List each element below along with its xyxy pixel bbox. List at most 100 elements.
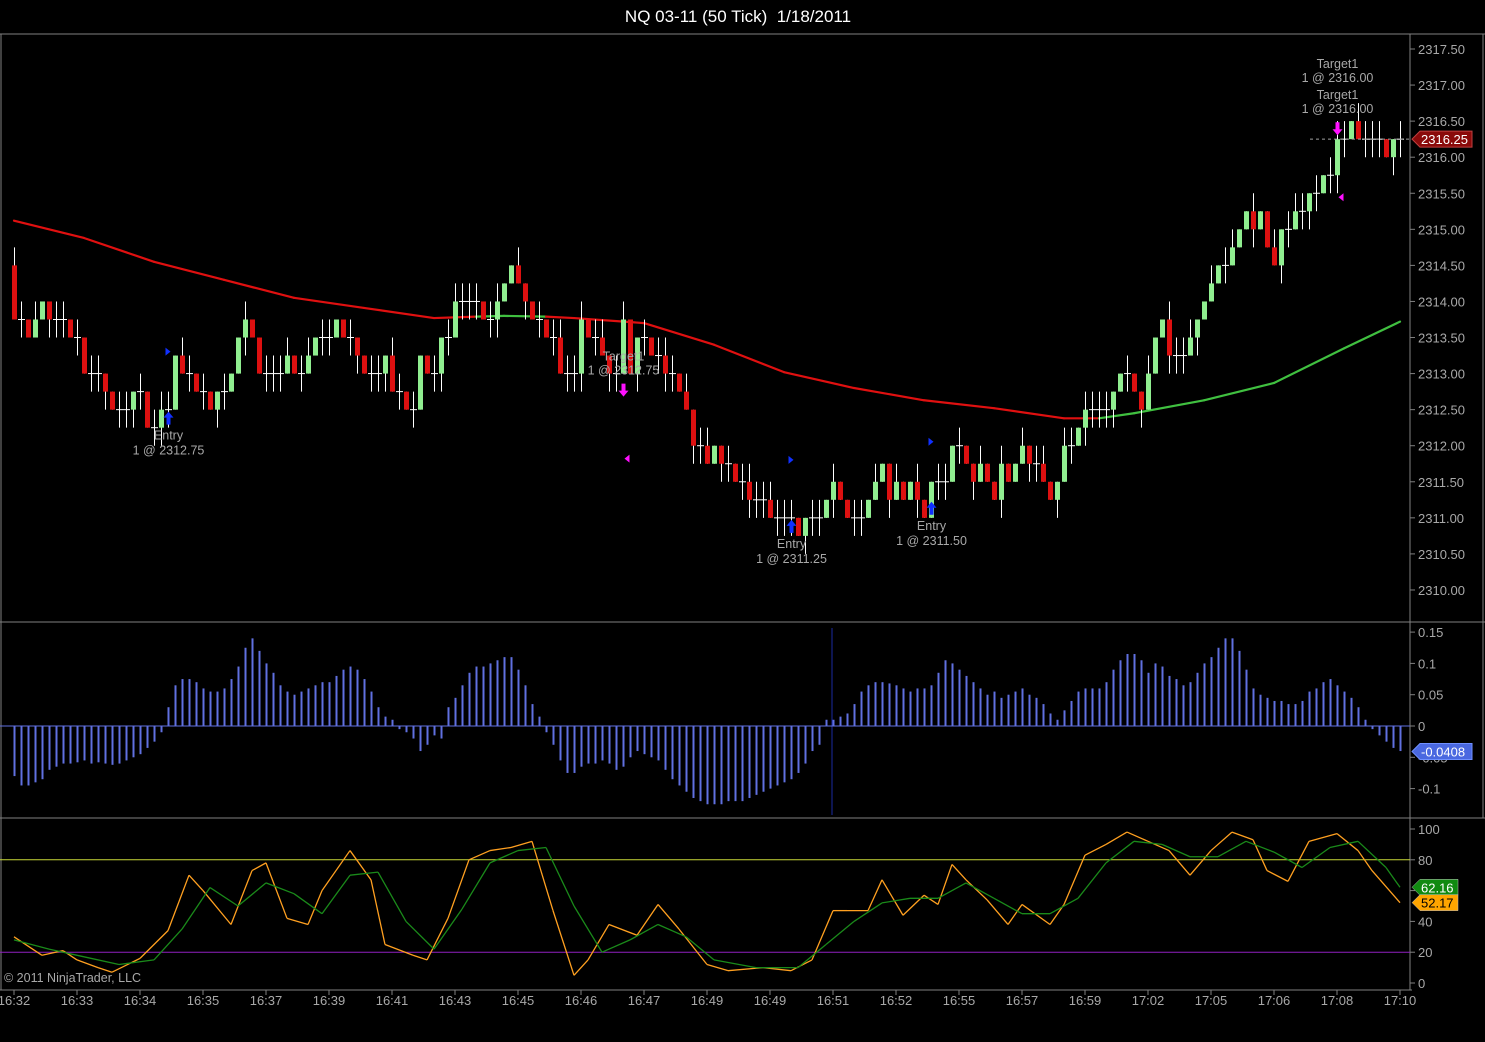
- moving-average-segment: [572, 316, 646, 325]
- candle-down-body: [516, 265, 521, 284]
- stoch-tick-label: 100: [1418, 822, 1440, 837]
- stoch-k-segment: [1084, 843, 1107, 856]
- candle: [858, 499, 865, 536]
- target-fill-marker-icon: [624, 454, 630, 463]
- price-tick-label: 2312.00: [1418, 439, 1465, 454]
- candle: [1285, 211, 1292, 248]
- candle-up-body: [306, 355, 311, 374]
- candle-down-body: [586, 319, 591, 338]
- candle-down-body: [194, 373, 199, 392]
- histogram-tick-label: 0: [1418, 719, 1425, 734]
- candle-up-body: [824, 499, 829, 518]
- candle: [985, 463, 990, 482]
- time-tick-label: 17:05: [1195, 993, 1228, 1008]
- candle: [68, 319, 73, 338]
- candle-down-body: [12, 265, 17, 320]
- candle-up-body: [334, 319, 339, 338]
- stoch-d-segment: [349, 871, 379, 876]
- candle-up-body: [873, 481, 878, 500]
- candle: [221, 373, 228, 410]
- candle-up-body: [1160, 319, 1165, 338]
- time-tick-label: 17:08: [1321, 993, 1354, 1008]
- histogram-tick-label: 0.05: [1418, 688, 1443, 703]
- candle: [88, 355, 95, 392]
- candle-up-body: [1244, 211, 1249, 230]
- candle: [473, 283, 480, 320]
- stoch-k-segment: [286, 917, 309, 926]
- axes: 2317.50 2317.00 2316.50 2316.00 2315.50 2315.…: [0, 42, 1465, 1008]
- candle: [481, 301, 486, 320]
- candle: [1033, 445, 1040, 482]
- candle: [1222, 247, 1229, 284]
- candle-down-body: [1139, 391, 1144, 410]
- candle-up-body: [950, 445, 955, 482]
- stoch-k-segment: [1063, 854, 1086, 905]
- price-tick-label: 2315.00: [1418, 222, 1465, 237]
- candle: [263, 355, 270, 392]
- candle: [908, 481, 913, 500]
- candle-up-body: [978, 463, 983, 482]
- moving-average-segment: [362, 306, 436, 320]
- candle: [186, 355, 193, 392]
- time-tick-label: 16:35: [187, 993, 220, 1008]
- stoch-k-value: 52.17: [1421, 896, 1454, 911]
- target-price-label: 1 @ 2316.00: [1302, 102, 1374, 116]
- candle-up-body: [1216, 265, 1221, 284]
- entry-label: Entry: [917, 519, 947, 533]
- candle: [1124, 355, 1131, 392]
- stoch-d-segment: [433, 908, 463, 950]
- stoch-k-segment: [923, 894, 939, 906]
- price-tick-label: 2317.00: [1418, 78, 1465, 93]
- candle: [816, 499, 823, 536]
- candle: [180, 337, 185, 374]
- candle: [971, 463, 976, 500]
- candle: [502, 283, 507, 302]
- candle: [1209, 265, 1214, 302]
- candle: [1265, 211, 1270, 248]
- candle: [677, 373, 682, 392]
- candle: [95, 355, 102, 392]
- entry-arrow-icon: [926, 501, 937, 515]
- candle-up-body: [1349, 121, 1354, 140]
- candle-down-body: [1041, 463, 1046, 482]
- candle: [809, 499, 816, 536]
- time-tick-label: 17:10: [1384, 993, 1417, 1008]
- candle: [684, 373, 689, 410]
- candle-up-body: [33, 319, 38, 338]
- candle: [347, 319, 354, 356]
- time-tick-label: 16:57: [1006, 993, 1039, 1008]
- candle: [1160, 319, 1165, 338]
- candle-down-body: [887, 463, 892, 500]
- price-tick-label: 2313.00: [1418, 367, 1465, 382]
- candle-down-body: [677, 373, 682, 392]
- candle-up-body: [495, 301, 500, 320]
- candle: [116, 391, 123, 428]
- candle: [396, 373, 403, 410]
- candle: [1006, 463, 1011, 482]
- price-tick-label: 2315.50: [1418, 186, 1465, 201]
- stoch-d-segment: [1385, 867, 1401, 888]
- histogram-panel[interactable]: [0, 628, 1410, 815]
- entry-price-label: 1 @ 2311.25: [756, 552, 827, 566]
- candle: [418, 355, 423, 410]
- candle: [236, 337, 241, 374]
- candle: [705, 427, 710, 464]
- entry-arrow-icon: [786, 519, 797, 533]
- stoch-d-segment: [83, 956, 120, 966]
- moving-average-segment: [782, 371, 856, 390]
- candle-up-body: [229, 373, 234, 392]
- candle-down-body: [341, 319, 346, 338]
- moving-average-segment: [152, 260, 226, 281]
- chart-canvas[interactable]: NQ 03-11 (50 Tick) 1/18/2011 Entry1 @ 23…: [0, 0, 1485, 1042]
- candle: [901, 481, 906, 500]
- moving-average-segment: [642, 321, 716, 346]
- price-panel[interactable]: Entry1 @ 2312.75Target11 @ 2312.75Entry1…: [12, 57, 1410, 566]
- histogram-tick-label: 0.1: [1418, 656, 1436, 671]
- candle-up-body: [1146, 373, 1151, 410]
- candle-down-body: [915, 481, 920, 500]
- candle-up-body: [1391, 139, 1396, 158]
- candle: [719, 445, 724, 482]
- candle: [298, 355, 305, 392]
- candle: [950, 445, 955, 482]
- stochastics-panel[interactable]: [0, 831, 1410, 976]
